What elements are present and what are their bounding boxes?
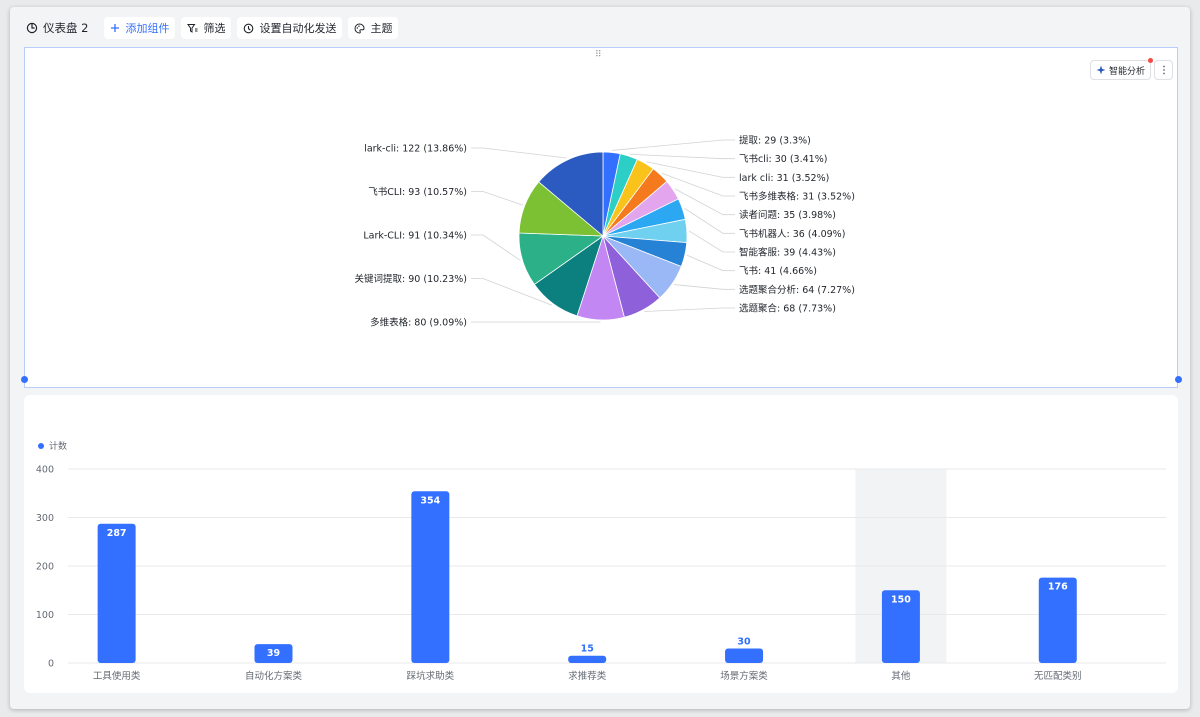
filter-icon <box>187 23 198 33</box>
pie-leader-line <box>629 153 735 160</box>
pie-slice-label: 选题聚合分析: 64 (7.27%) <box>739 284 855 296</box>
bar-value-label: 287 <box>107 528 127 539</box>
plus-icon <box>111 24 120 32</box>
pie-slice-label: 飞书机器人: 36 (4.09%) <box>739 228 845 240</box>
theme-label: 主题 <box>370 22 393 35</box>
pie-slice-label: 选题聚合: 68 (7.73%) <box>739 303 836 315</box>
bar[interactable] <box>411 491 450 663</box>
pie-leader-line <box>644 307 735 312</box>
x-category-label: 自动化方案类 <box>245 670 303 682</box>
pie-slice-label: 飞书: 41 (4.66%) <box>739 266 817 277</box>
x-category-label: 场景方案类 <box>720 670 768 682</box>
pie-leader-line <box>471 234 521 261</box>
bar-value-label: 176 <box>1048 582 1068 593</box>
pie-leader-line <box>673 284 735 290</box>
auto-send-label: 设置自动化发送 <box>259 22 337 35</box>
palette-icon <box>354 22 365 34</box>
theme-button[interactable]: 主题 <box>348 17 399 39</box>
x-category-label: 其他 <box>891 670 911 682</box>
pie-leader-line <box>674 188 735 216</box>
x-category-label: 无匹配类别 <box>1034 670 1082 682</box>
bar-chart: 0 100 200 300 400 287 工具使用类 39 自动化方案类 354 踩坑求助类 15 求… <box>36 465 1166 682</box>
pie-slice-label: 提取: 29 (3.3%) <box>739 135 811 147</box>
pie-slice-label: 飞书cli: 30 (3.41%) <box>739 154 827 165</box>
x-category-label: 工具使用类 <box>93 670 141 682</box>
bar-value-label: 354 <box>420 495 440 506</box>
pie-leader-line <box>471 191 523 206</box>
auto-send-button[interactable]: 设置自动化发送 <box>237 17 343 39</box>
pie-chart-card[interactable]: ⠿ 智能分析 提取: 29 (3.3%) 飞书cli: 30 (3.41%) lar… <box>24 47 1178 388</box>
pie-leader-line <box>611 139 735 151</box>
pie-slice-label: 飞书多维表格: 31 (3.52%) <box>739 191 855 203</box>
dashboard-toolbar: 仪表盘 2 添加组件 筛选 设置自动化发送 主题 <box>22 17 399 39</box>
resize-handle-right[interactable] <box>1175 376 1182 383</box>
pie-slice-label: 飞书CLI: 93 (10.57%) <box>368 187 467 198</box>
y-tick-label: 400 <box>36 465 54 476</box>
pie-slice-label: lark-cli: 122 (13.86%) <box>364 144 467 155</box>
dashboard-title-button[interactable]: 仪表盘 2 <box>22 17 94 39</box>
pie-slice-label: 关键词提取: 90 (10.23%) <box>355 273 467 285</box>
bar-value-label: 30 <box>737 636 751 647</box>
pie-leader-line <box>471 147 567 159</box>
filter-button[interactable]: 筛选 <box>181 17 232 39</box>
resize-handle-left[interactable] <box>21 376 28 383</box>
y-tick-label: 100 <box>36 610 54 621</box>
bar[interactable] <box>568 655 607 663</box>
pie-slice-label: 智能客服: 39 (4.43%) <box>739 247 836 259</box>
pie-chart: 提取: 29 (3.3%) 飞书cli: 30 (3.41%) lark cli: … <box>355 135 855 329</box>
add-component-label: 添加组件 <box>125 22 170 35</box>
dashboard-title: 仪表盘 2 <box>43 21 89 35</box>
y-tick-label: 300 <box>36 513 54 524</box>
dashboard-window: 仪表盘 2 添加组件 筛选 设置自动化发送 主题 ⠿ 智能分析 提取: 29 (… <box>10 7 1190 709</box>
bar[interactable] <box>97 523 136 663</box>
pie-slice-label: 多维表格: 80 (9.09%) <box>370 317 467 329</box>
pie-slice-label: lark cli: 31 (3.52%) <box>739 173 829 184</box>
pie-slice-label: Lark-CLI: 91 (10.34%) <box>363 231 467 242</box>
add-component-button[interactable]: 添加组件 <box>104 17 176 39</box>
pie-leader-line <box>684 207 735 234</box>
y-tick-label: 200 <box>36 562 54 573</box>
y-tick-label: 0 <box>48 659 54 670</box>
pie-slice-label: 读者问题: 35 (3.98%) <box>739 209 836 221</box>
bar[interactable] <box>725 648 764 663</box>
clock-icon <box>26 22 38 34</box>
pie-leader-line <box>686 254 735 272</box>
pie-leader-line <box>688 230 735 253</box>
filter-label: 筛选 <box>203 22 226 35</box>
x-category-label: 求推荐类 <box>568 670 607 682</box>
bar-value-label: 15 <box>581 644 594 655</box>
x-category-label: 踩坑求助类 <box>407 670 455 682</box>
bar-value-label: 150 <box>891 594 911 605</box>
schedule-icon <box>244 23 254 33</box>
bar-chart-card[interactable]: 计数 0 100 200 300 400 287 工具使用类 39 自动化方案类 354 踩坑求助类… <box>24 395 1178 693</box>
bar-value-label: 39 <box>267 648 280 659</box>
